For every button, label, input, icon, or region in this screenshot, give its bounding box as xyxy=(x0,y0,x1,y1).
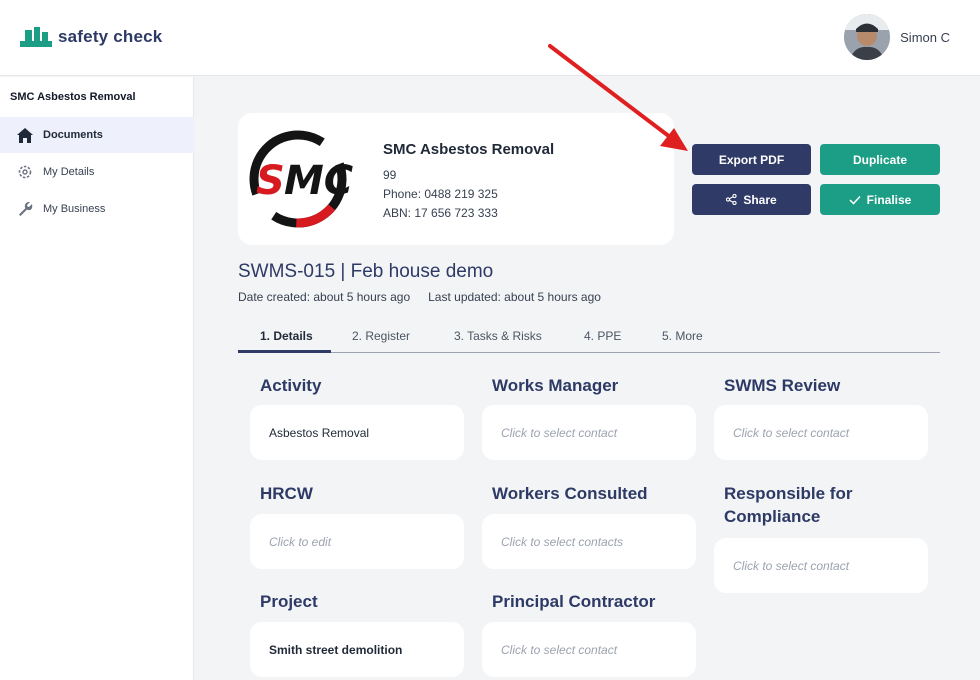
share-button[interactable]: Share xyxy=(692,184,811,215)
check-icon xyxy=(849,195,861,205)
hrcw-field[interactable]: Click to edit xyxy=(250,514,464,569)
app-name: safety check xyxy=(58,27,163,46)
app-logo[interactable]: safety check xyxy=(20,27,162,47)
principal-contractor-label: Principal Contractor xyxy=(492,592,656,611)
duplicate-button[interactable]: Duplicate xyxy=(820,144,940,175)
export-pdf-button[interactable]: Export PDF xyxy=(692,144,811,175)
sidebar-item-my-business[interactable]: My Business xyxy=(0,191,194,227)
export-pdf-label: Export PDF xyxy=(718,152,785,167)
hrcw-label: HRCW xyxy=(260,484,313,503)
company-address: 99 xyxy=(383,168,397,182)
principal-contractor-field[interactable]: Click to select contact xyxy=(482,622,696,677)
document-meta: Date created: about 5 hours ago Last upda… xyxy=(238,290,601,304)
sidebar: SMC Asbestos Removal Documents My Detail… xyxy=(0,77,194,680)
works-manager-field[interactable]: Click to select contact xyxy=(482,405,696,460)
swms-review-field[interactable]: Click to select contact xyxy=(714,405,928,460)
hardhat-logo-icon xyxy=(20,27,52,47)
sidebar-item-my-details[interactable]: My Details xyxy=(0,154,194,190)
sidebar-item-documents[interactable]: Documents xyxy=(0,117,194,153)
project-label: Project xyxy=(260,592,318,611)
finalise-button[interactable]: Finalise xyxy=(820,184,940,215)
last-updated: Last updated: about 5 hours ago xyxy=(428,290,601,304)
svg-text:MC: MC xyxy=(284,158,353,204)
share-label: Share xyxy=(743,192,777,207)
workers-consulted-label: Workers Consulted xyxy=(492,484,648,503)
avatar[interactable] xyxy=(844,14,891,60)
activity-label: Activity xyxy=(260,376,322,395)
sidebar-item-label: Documents xyxy=(43,129,103,141)
sidebar-item-label: My Business xyxy=(43,203,106,215)
user-name: Simon C xyxy=(900,29,950,45)
responsible-for-compliance-label: Responsible for Compliance xyxy=(724,482,852,528)
swms-review-label: SWMS Review xyxy=(724,376,841,395)
responsible-label-line-2: Compliance xyxy=(724,507,821,526)
wrench-icon xyxy=(16,200,34,218)
duplicate-label: Duplicate xyxy=(852,152,907,167)
finalise-label: Finalise xyxy=(866,192,912,207)
share-icon xyxy=(726,194,737,205)
company-card: S MC SMC Asbestos Removal 99 Phone: 0488… xyxy=(238,113,674,245)
organization-name: SMC Asbestos Removal xyxy=(10,91,136,103)
tab-more[interactable]: 5. More xyxy=(662,329,703,343)
tab-bar: 1. Details 2. Register 3. Tasks & Risks … xyxy=(238,320,940,353)
tab-ppe[interactable]: 4. PPE xyxy=(584,329,621,343)
page-title: SWMS-015 | Feb house demo xyxy=(238,261,494,282)
responsible-label-line-1: Responsible for xyxy=(724,484,853,503)
date-created: Date created: about 5 hours ago xyxy=(238,290,411,304)
active-tab-indicator xyxy=(238,350,331,353)
tab-tasks-risks[interactable]: 3. Tasks & Risks xyxy=(454,329,542,343)
activity-field[interactable]: Asbestos Removal xyxy=(250,405,464,460)
top-bar: safety check Simon C xyxy=(0,0,980,76)
company-phone: Phone: 0488 219 325 xyxy=(383,187,498,201)
works-manager-label: Works Manager xyxy=(492,376,619,395)
user-menu[interactable]: Simon C xyxy=(844,14,950,60)
company-abn: ABN: 17 656 723 333 xyxy=(383,206,498,220)
tab-register[interactable]: 2. Register xyxy=(352,329,410,343)
tab-details[interactable]: 1. Details xyxy=(260,329,313,343)
project-field[interactable]: Smith street demolition xyxy=(250,622,464,677)
svg-text:S: S xyxy=(256,158,285,204)
company-name: SMC Asbestos Removal xyxy=(383,141,555,158)
company-logo: S MC xyxy=(248,129,360,229)
sidebar-item-label: My Details xyxy=(43,166,95,178)
workers-consulted-field[interactable]: Click to select contacts xyxy=(482,514,696,569)
home-icon xyxy=(16,126,34,144)
gear-icon xyxy=(16,163,34,181)
responsible-for-compliance-field[interactable]: Click to select contact xyxy=(714,538,928,593)
